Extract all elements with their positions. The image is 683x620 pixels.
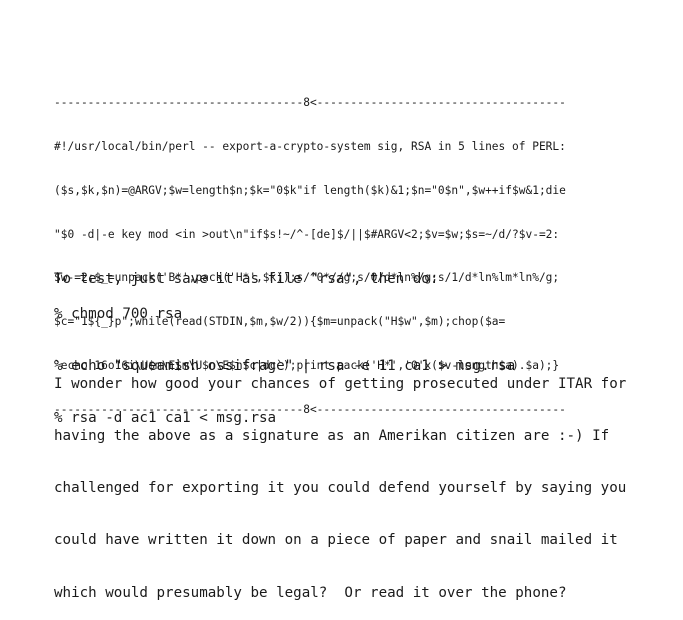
paragraph-line: which would presumably be legal? Or read… (54, 584, 567, 601)
paragraph-line: having the above as a signature as an Am… (54, 428, 610, 445)
itar-paragraph: I wonder how good your chances of gettin… (54, 341, 676, 620)
paragraph-line: challenged for exporting it you could de… (54, 480, 627, 497)
command-line: % chmod 700 rsa (54, 305, 183, 322)
paragraph-line: I wonder how good your chances of gettin… (54, 375, 627, 392)
code-line: #!/usr/local/bin/perl -- export-a-crypto… (54, 139, 566, 153)
paragraph-line: could have written it down on a piece of… (54, 532, 618, 549)
cut-line-top: -------------------------------------8<-… (54, 96, 566, 110)
code-line: ($s,$k,$n)=@ARGV;$w=length$n;$k="0$k"if … (54, 183, 566, 197)
